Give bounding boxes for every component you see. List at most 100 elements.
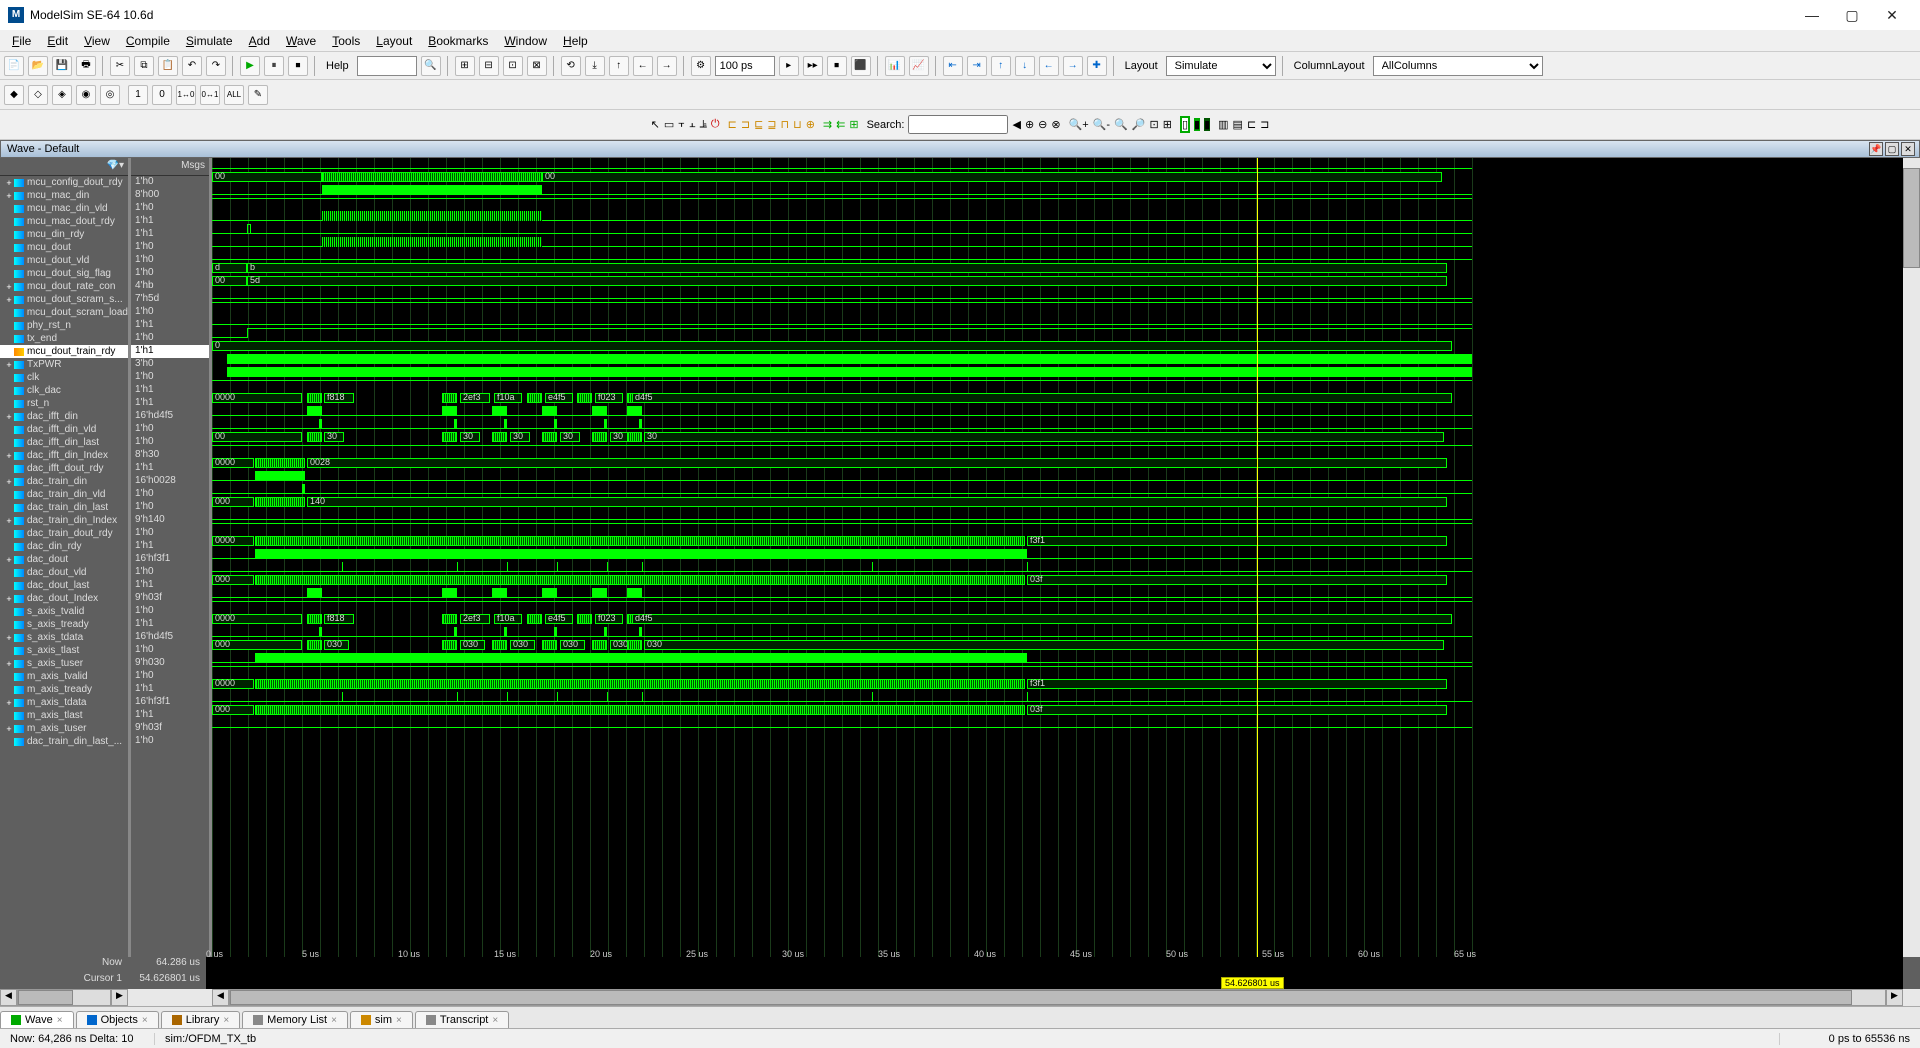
help-search[interactable] [357, 56, 417, 76]
search-opt1-icon[interactable]: ⊕ [1025, 118, 1034, 131]
signal-name-dac_dout_vld[interactable]: dac_dout_vld [0, 566, 128, 579]
zoom-in-icon[interactable]: 🔍+ [1069, 118, 1089, 131]
step3-icon[interactable]: ⊑ [754, 118, 763, 131]
signal-name-tx_end[interactable]: tx_end [0, 332, 128, 345]
waveform-m_axis_tlast[interactable] [212, 691, 1903, 704]
waveform-dac_ifft_dout_rdy[interactable] [212, 444, 1903, 457]
cursor-add-icon[interactable]: ✚ [1087, 56, 1107, 76]
wave-a-icon[interactable]: 📊 [885, 56, 905, 76]
signal-name-mcu_dout_scram_load[interactable]: mcu_dout_scram_load [0, 306, 128, 319]
run-icon[interactable]: ▶ [240, 56, 260, 76]
wave-window-header[interactable]: Wave - Default 📌 ▢ ✕ [0, 140, 1920, 158]
run-time-input[interactable] [715, 56, 775, 76]
step-icon[interactable]: ⤓ [585, 56, 605, 76]
signal-name-dac_ifft_din_vld[interactable]: dac_ifft_din_vld [0, 423, 128, 436]
view2-icon[interactable]: ▮ [1194, 118, 1200, 131]
tool-c-icon[interactable]: ⊡ [503, 56, 523, 76]
columnlayout-select[interactable]: AllColumns [1373, 56, 1543, 76]
cursor-prev-icon[interactable]: ⇤ [943, 56, 963, 76]
step1-icon[interactable]: ⊏ [728, 118, 737, 131]
waveform-clk_dac[interactable] [212, 366, 1903, 379]
cursor-l-icon[interactable]: ← [1039, 56, 1059, 76]
minimize-button[interactable]: ― [1792, 3, 1832, 27]
wave-scroll-track[interactable] [229, 989, 1886, 1006]
edge2-icon[interactable]: ⫠ [689, 118, 696, 131]
help-go-icon[interactable]: 🔍 [421, 56, 441, 76]
menu-window[interactable]: Window [496, 32, 555, 50]
waveform-dac_dout_vld[interactable] [212, 548, 1903, 561]
tab-sim[interactable]: sim× [350, 1011, 413, 1028]
signal-name-dac_ifft_din[interactable]: +dac_ifft_din [0, 410, 128, 423]
search-opt3-icon[interactable]: ⊗ [1051, 118, 1060, 131]
break-icon[interactable]: ⏸ [264, 56, 284, 76]
sig-c-icon[interactable]: ◈ [52, 85, 72, 105]
cursor-label[interactable]: Cursor 1 [0, 973, 128, 989]
signal-name-dac_ifft_din_Index[interactable]: +dac_ifft_din_Index [0, 449, 128, 462]
signal-name-s_axis_tdata[interactable]: +s_axis_tdata [0, 631, 128, 644]
menu-add[interactable]: Add [241, 32, 278, 50]
signal-name-mcu_dout_sig_flag[interactable]: mcu_dout_sig_flag [0, 267, 128, 280]
tool-a-icon[interactable]: ⊞ [455, 56, 475, 76]
waveform-clk[interactable] [212, 353, 1903, 366]
zoom-last-icon[interactable]: ⊞ [1163, 118, 1172, 131]
signal-name-dac_train_din_Index[interactable]: +dac_train_din_Index [0, 514, 128, 527]
signal-name-m_axis_tdata[interactable]: +m_axis_tdata [0, 696, 128, 709]
tab-memory-list[interactable]: Memory List× [242, 1011, 348, 1028]
select-icon[interactable]: ▭ [664, 118, 674, 131]
waveform-area[interactable]: 0000db005d00000f8182ef3f10ae4f5f023d4f50… [212, 158, 1903, 957]
signal-names-column[interactable]: 💎▾ +mcu_config_dout_rdy+mcu_mac_din mcu_… [0, 158, 128, 957]
signal-name-m_axis_tuser[interactable]: +m_axis_tuser [0, 722, 128, 735]
signal-name-dac_train_din_last_...[interactable]: dac_train_din_last_... [0, 735, 128, 748]
waveform-rst_n[interactable] [212, 379, 1903, 392]
cursor-r-icon[interactable]: → [1063, 56, 1083, 76]
waveform-mcu_dout_scram_s...[interactable]: 005d [212, 275, 1903, 288]
print-icon[interactable]: 🖶 [76, 56, 96, 76]
fmt-w-icon[interactable]: ✎ [248, 85, 268, 105]
vertical-scrollbar[interactable] [1903, 158, 1920, 957]
new-icon[interactable]: 📄 [4, 56, 24, 76]
signal-name-dac_dout[interactable]: +dac_dout [0, 553, 128, 566]
signal-name-mcu_dout_train_rdy[interactable]: mcu_dout_train_rdy [0, 345, 128, 358]
signal-name-m_axis_tlast[interactable]: m_axis_tlast [0, 709, 128, 722]
wave-max-icon[interactable]: ▢ [1885, 142, 1899, 156]
open-icon[interactable]: 📂 [28, 56, 48, 76]
cut-icon[interactable]: ✂ [110, 56, 130, 76]
sig-d-icon[interactable]: ◉ [76, 85, 96, 105]
signal-name-rst_n[interactable]: rst_n [0, 397, 128, 410]
cursor-up-icon[interactable]: ↑ [991, 56, 1011, 76]
signal-name-mcu_mac_dout_rdy[interactable]: mcu_mac_dout_rdy [0, 215, 128, 228]
fmt-z-icon[interactable]: 0↔1 [200, 85, 220, 105]
sig-e-icon[interactable]: ◎ [100, 85, 120, 105]
waveform-mcu_mac_dout_rdy[interactable] [212, 197, 1903, 210]
waveform-phy_rst_n[interactable] [212, 301, 1903, 314]
signal-name-mcu_din_rdy[interactable]: mcu_din_rdy [0, 228, 128, 241]
tab-close-icon[interactable]: × [396, 1015, 402, 1026]
fmt-1-icon[interactable]: 1 [128, 85, 148, 105]
tab-transcript[interactable]: Transcript× [415, 1011, 509, 1028]
menu-bookmarks[interactable]: Bookmarks [420, 32, 496, 50]
waveform-mcu_dout_sig_flag[interactable] [212, 249, 1903, 262]
pointer-icon[interactable]: ↖ [651, 118, 660, 131]
waveform-dac_ifft_din[interactable]: 0000f8182ef3f10ae4f5f023d4f5 [212, 392, 1903, 405]
signal-name-clk[interactable]: clk [0, 371, 128, 384]
signal-name-dac_din_rdy[interactable]: dac_din_rdy [0, 540, 128, 553]
copy-icon[interactable]: ⧉ [134, 56, 154, 76]
waveform-mcu_dout_rate_con[interactable]: db [212, 262, 1903, 275]
waveform-dac_dout[interactable]: 0000f3f1 [212, 535, 1903, 548]
waveform-dac_dout_Index[interactable]: 00003f [212, 574, 1903, 587]
exit-icon[interactable]: ⏻ [711, 118, 720, 131]
run-time-icon[interactable]: ▸ [779, 56, 799, 76]
redo-icon[interactable]: ↷ [206, 56, 226, 76]
signal-name-mcu_mac_din[interactable]: +mcu_mac_din [0, 189, 128, 202]
step4-icon[interactable]: ⊒ [767, 118, 776, 131]
time-cursor[interactable] [1257, 158, 1258, 957]
cursor-dn-icon[interactable]: ↓ [1015, 56, 1035, 76]
next-icon[interactable]: → [657, 56, 677, 76]
waveform-m_axis_tvalid[interactable] [212, 652, 1903, 665]
signal-name-clk_dac[interactable]: clk_dac [0, 384, 128, 397]
sig-a-icon[interactable]: ◆ [4, 85, 24, 105]
signal-name-dac_ifft_dout_rdy[interactable]: dac_ifft_dout_rdy [0, 462, 128, 475]
signal-name-phy_rst_n[interactable]: phy_rst_n [0, 319, 128, 332]
disp2-icon[interactable]: ▤ [1233, 118, 1243, 131]
signal-name-dac_train_din_last[interactable]: dac_train_din_last [0, 501, 128, 514]
